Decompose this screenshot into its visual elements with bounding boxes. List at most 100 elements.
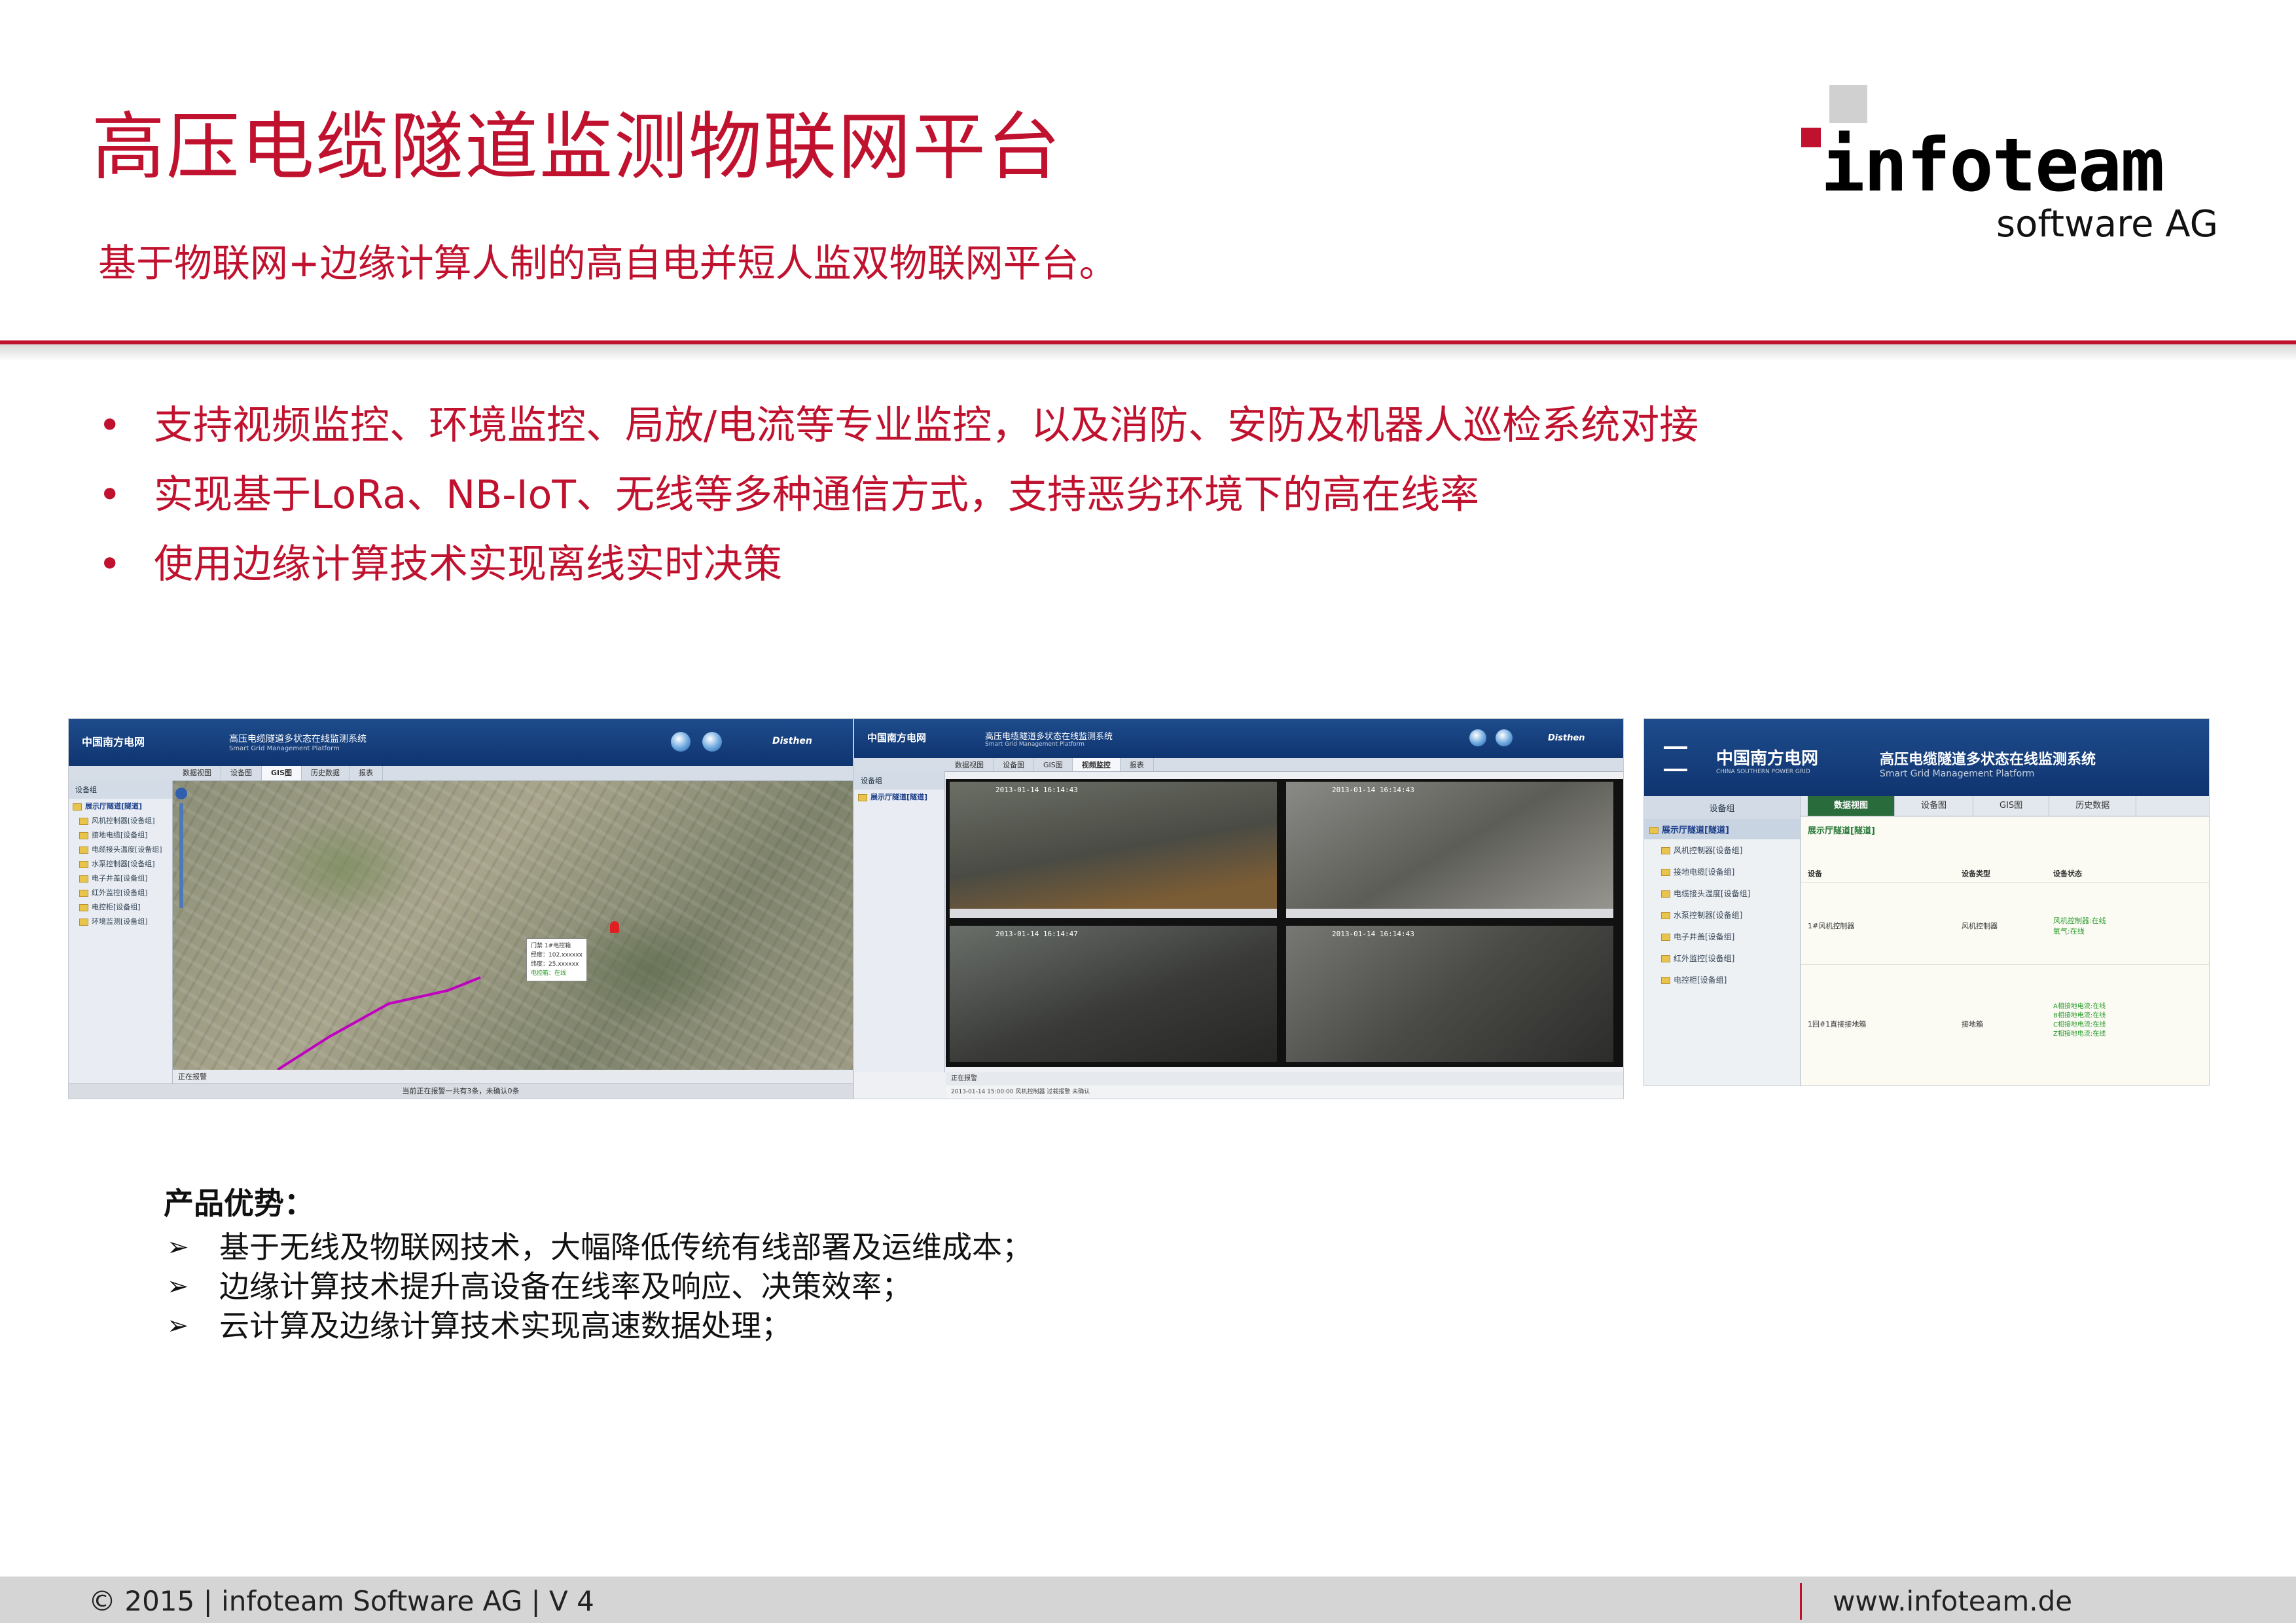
tree-item[interactable]: 水泵控制器[设备组] xyxy=(1644,904,1800,926)
video-control-bar[interactable] xyxy=(950,909,1277,918)
alarm-marker-icon[interactable] xyxy=(610,921,619,933)
tree-item-label: 水泵控制器[设备组] xyxy=(92,860,155,868)
page-subtitle: 基于物联网+边缘计算人制的高自电并短人监双物联网平台。 xyxy=(98,241,1117,285)
tree-item[interactable]: 电缆接头温度[设备组] xyxy=(69,842,172,856)
logout-icon[interactable] xyxy=(702,732,722,752)
folder-icon xyxy=(1661,847,1670,854)
tab-report[interactable]: 报表 xyxy=(350,766,384,780)
tree-item-label: 红外监控[设备组] xyxy=(1674,954,1735,963)
folder-icon xyxy=(1661,934,1670,941)
home-icon[interactable] xyxy=(671,732,691,752)
tree-item-label: 电子井盖[设备组] xyxy=(92,874,148,883)
tree-item-label: 接地电缆[设备组] xyxy=(92,831,148,839)
tab-gis-view[interactable]: GIS图 xyxy=(262,766,302,780)
video-timestamp: 2013-01-14 16:14:43 xyxy=(1332,786,1414,794)
footer-copyright: © 2015 | infoteam Software AG | V 4 xyxy=(88,1585,594,1617)
zoom-slider[interactable] xyxy=(179,803,183,908)
banner-system: 高压电缆隧道多状态在线监测系统 xyxy=(985,732,1113,742)
tree-item[interactable]: 电控柜[设备组] xyxy=(69,900,172,914)
page-title: 高压电缆隧道监测物联网平台 xyxy=(92,105,1062,190)
tree-item[interactable]: 电子井盖[设备组] xyxy=(1644,926,1800,947)
tree-root[interactable]: 展示厅隧道[隧道] xyxy=(1644,819,1800,839)
tab-data-view[interactable]: 数据视图 xyxy=(173,766,221,780)
video-feed[interactable]: 2013-01-14 16:14:47 xyxy=(950,926,1277,1062)
cell-status: C相接地电流:在线 xyxy=(2053,1021,2106,1029)
cell-status: Z相接地电流:在线 xyxy=(2053,1030,2106,1038)
banner-org-en: CHINA SOUTHERN POWER GRID xyxy=(1716,769,1810,775)
satellite-map[interactable]: 门禁 1#电控箱 经度：102.xxxxxx 纬度：25.xxxxxx 电控箱：… xyxy=(173,781,853,1070)
logout-icon[interactable] xyxy=(1496,729,1513,746)
device-popup: 门禁 1#电控箱 经度：102.xxxxxx 纬度：25.xxxxxx 电控箱：… xyxy=(526,938,587,981)
screenshot-video: 中国南方电网 高压电缆隧道多状态在线监测系统 Smart Grid Manage… xyxy=(854,719,1623,1099)
tree-item[interactable]: 电子井盖[设备组] xyxy=(69,871,172,885)
folder-icon xyxy=(1661,955,1670,962)
home-icon[interactable] xyxy=(1469,729,1486,746)
banner-org: 中国南方电网 xyxy=(1716,749,1819,769)
tab-gis-view[interactable]: GIS图 xyxy=(1034,758,1073,771)
cell-device: 1回#1直接接地箱 xyxy=(1808,1020,1867,1029)
video-feed[interactable]: 2013-01-14 16:14:43 xyxy=(1286,926,1613,1062)
logo-gray-square xyxy=(1829,85,1867,123)
banner-org: 中国南方电网 xyxy=(867,732,927,744)
tree-item[interactable]: 电控柜[设备组] xyxy=(1644,969,1800,991)
zoom-control[interactable] xyxy=(175,788,190,919)
status-bar: 当前正在报警一共有3条，未确认0条 xyxy=(69,1084,853,1099)
view-tabs: 数据视图 设备图 GIS图 历史数据 报表 xyxy=(69,766,853,781)
tab-data-view[interactable]: 数据视图 xyxy=(946,758,994,771)
footer-website-link[interactable]: www.infoteam.de xyxy=(1833,1584,2072,1618)
tree-item[interactable]: 风机控制器[设备组] xyxy=(69,813,172,828)
tree-item[interactable]: 接地电缆[设备组] xyxy=(1644,861,1800,883)
alarm-panel-label: 正在报警 xyxy=(946,1072,1623,1085)
tree-root-label: 展示厅隧道[隧道] xyxy=(85,802,143,811)
video-feed[interactable]: 2013-01-14 16:14:43 xyxy=(950,782,1277,918)
tab-device-view[interactable]: 设备图 xyxy=(221,766,262,780)
alarm-row[interactable]: 2013-01-14 15:00:00 风机控制器 过载报警 未确认 xyxy=(946,1085,1623,1099)
tree-item[interactable]: 红外监控[设备组] xyxy=(1644,947,1800,969)
tunnel-route xyxy=(276,976,481,1070)
tree-item-label: 水泵控制器[设备组] xyxy=(1674,911,1743,920)
tab-report[interactable]: 报表 xyxy=(1121,758,1154,771)
arrow-bullet-icon: ➢ xyxy=(167,1311,189,1341)
video-timestamp: 2013-01-14 16:14:43 xyxy=(1332,930,1414,938)
cell-status: 氧气:在线 xyxy=(2053,927,2085,936)
tab-history[interactable]: 历史数据 xyxy=(2049,796,2137,816)
tree-item-label: 电子井盖[设备组] xyxy=(1674,932,1735,941)
tab-gis-view[interactable]: GIS图 xyxy=(1973,796,2050,816)
folder-icon xyxy=(1661,890,1670,898)
tree-item-label: 电控柜[设备组] xyxy=(1674,976,1727,985)
tree-item-label: 电缆接头温度[设备组] xyxy=(1674,889,1751,898)
tree-header: 设备组 xyxy=(1644,796,1800,819)
video-feed[interactable]: 2013-01-14 16:14:43 xyxy=(1286,782,1613,918)
popup-line: 门禁 1#电控箱 xyxy=(531,943,571,949)
tree-item-label: 电控柜[设备组] xyxy=(92,903,141,911)
folder-icon xyxy=(858,793,867,801)
table-divider xyxy=(1801,964,2209,965)
folder-icon xyxy=(79,846,88,854)
tree-item[interactable]: 红外监控[设备组] xyxy=(69,885,172,900)
tree-item[interactable]: 风机控制器[设备组] xyxy=(1644,839,1800,861)
tree-item[interactable]: 环境监测[设备组] xyxy=(69,914,172,928)
banner-system: 高压电缆隧道多状态在线监测系统 xyxy=(229,734,367,744)
tree-root[interactable]: 展示厅隧道[隧道] xyxy=(854,790,944,804)
tab-data-view[interactable]: 数据视图 xyxy=(1808,796,1895,816)
folder-icon xyxy=(1661,869,1670,876)
advantage-text: 边缘计算技术提升高设备在线率及响应、决策效率； xyxy=(219,1269,912,1304)
banner-org: 中国南方电网 xyxy=(82,736,145,748)
tab-device-view[interactable]: 设备图 xyxy=(994,758,1034,771)
cell-status: 风机控制器:在线 xyxy=(2053,917,2106,925)
video-control-bar[interactable] xyxy=(1286,909,1613,918)
brand-logo: Disthen xyxy=(772,736,812,746)
tab-history[interactable]: 历史数据 xyxy=(302,766,350,780)
advantages-title: 产品优势： xyxy=(164,1186,314,1221)
tree-item[interactable]: 电缆接头温度[设备组] xyxy=(1644,883,1800,904)
folder-icon xyxy=(79,817,88,825)
tab-video[interactable]: 视频监控 xyxy=(1072,758,1121,771)
pan-icon[interactable] xyxy=(175,788,187,799)
tree-item[interactable]: 接地电缆[设备组] xyxy=(69,828,172,842)
tree-item[interactable]: 水泵控制器[设备组] xyxy=(69,856,172,871)
folder-icon xyxy=(79,889,88,897)
device-tree: 设备组 展示厅隧道[隧道] 风机控制器[设备组] 接地电缆[设备组] 电缆接头温… xyxy=(1644,796,1801,1085)
tab-device-view[interactable]: 设备图 xyxy=(1895,796,1974,816)
tree-root[interactable]: 展示厅隧道[隧道] xyxy=(69,799,172,813)
tree-root-label: 展示厅隧道[隧道] xyxy=(870,793,928,801)
